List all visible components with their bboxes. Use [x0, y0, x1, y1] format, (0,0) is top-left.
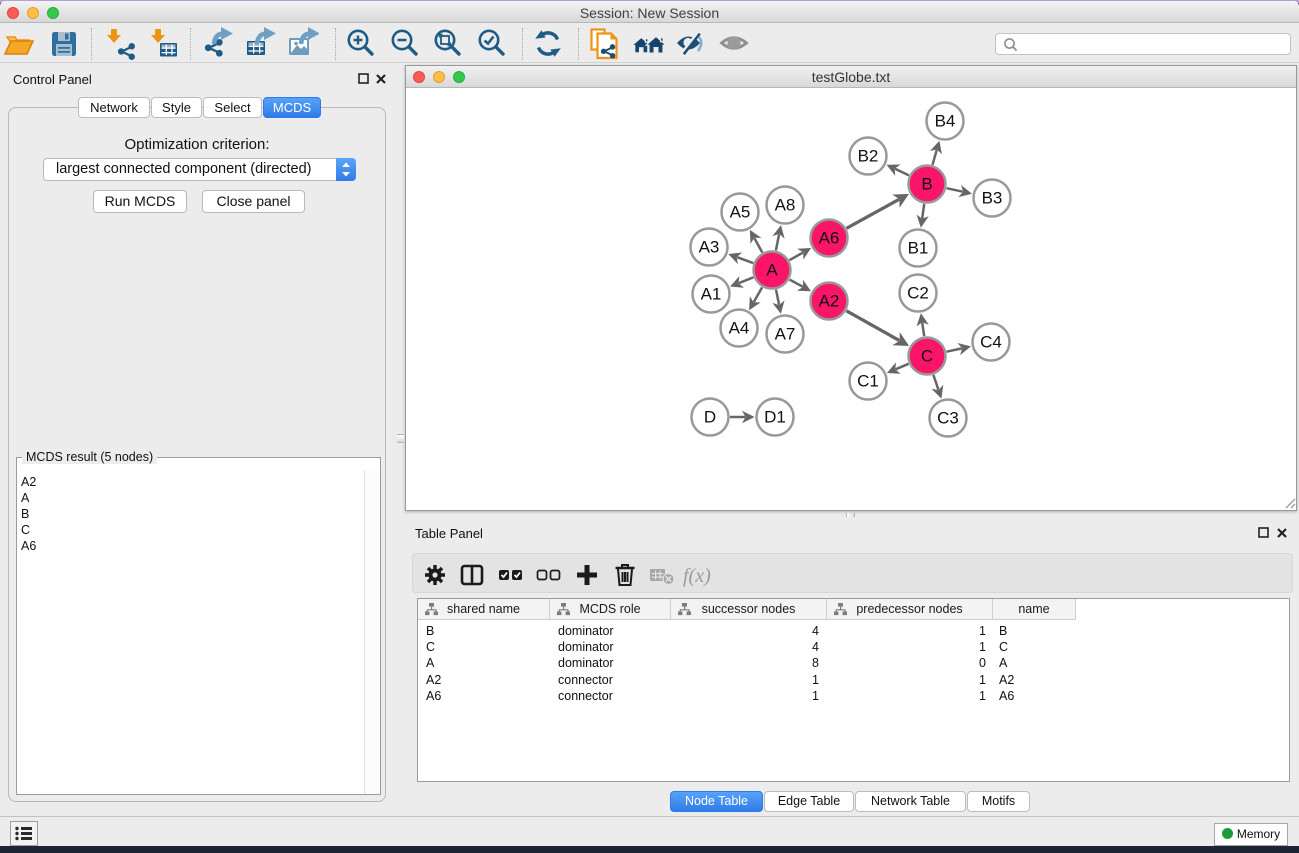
svg-text:A5: A5	[730, 203, 751, 222]
svg-text:C4: C4	[980, 333, 1002, 352]
svg-text:B3: B3	[982, 189, 1003, 208]
svg-text:A2: A2	[819, 292, 840, 311]
svg-text:A4: A4	[729, 319, 750, 338]
svg-text:B4: B4	[935, 112, 956, 131]
svg-text:A: A	[766, 261, 778, 280]
svg-text:C: C	[921, 347, 933, 366]
svg-text:B1: B1	[908, 239, 929, 258]
svg-text:C2: C2	[907, 284, 929, 303]
svg-text:A1: A1	[701, 285, 722, 304]
svg-text:A8: A8	[775, 196, 796, 215]
svg-text:D1: D1	[764, 408, 786, 427]
svg-text:D: D	[704, 408, 716, 427]
svg-text:C3: C3	[937, 409, 959, 428]
svg-text:f(x): f(x)	[683, 565, 711, 587]
svg-text:B: B	[921, 175, 932, 194]
svg-text:C1: C1	[857, 372, 879, 391]
svg-text:A3: A3	[699, 238, 720, 257]
svg-text:B2: B2	[858, 147, 879, 166]
svg-text:A7: A7	[775, 325, 796, 344]
svg-text:A6: A6	[819, 229, 840, 248]
